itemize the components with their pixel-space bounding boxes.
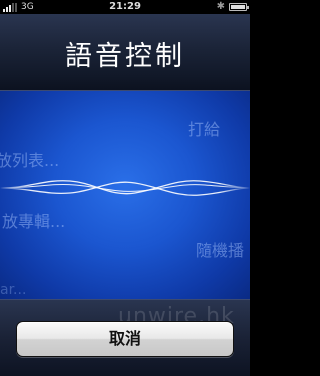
bluetooth-icon: ✱ xyxy=(216,1,225,12)
bottom-bar: unwire.hk 取消 xyxy=(0,299,250,376)
wave-line-3 xyxy=(0,184,250,192)
status-right: ✱ xyxy=(216,0,249,14)
cancel-button[interactable]: 取消 xyxy=(16,321,234,357)
voice-waveform xyxy=(0,180,250,196)
suggestion-call: 打給 xyxy=(188,120,221,139)
suggestion-shuffle: 隨機播 xyxy=(196,241,245,260)
page-title: 語音控制 xyxy=(65,41,185,72)
suggestion-playlist: 放列表... xyxy=(0,151,60,170)
status-bar: 3G 21:29 ✱ xyxy=(0,0,250,14)
status-time: 21:29 xyxy=(109,1,141,12)
voice-control-area: 打給 放列表... 放專輯... 隨機播 ar... xyxy=(0,91,250,299)
title-bar: 語音控制 xyxy=(0,14,250,91)
battery-icon xyxy=(229,3,249,11)
suggestion-artist: ar... xyxy=(0,282,27,298)
suggestion-album: 放專輯... xyxy=(2,212,66,231)
